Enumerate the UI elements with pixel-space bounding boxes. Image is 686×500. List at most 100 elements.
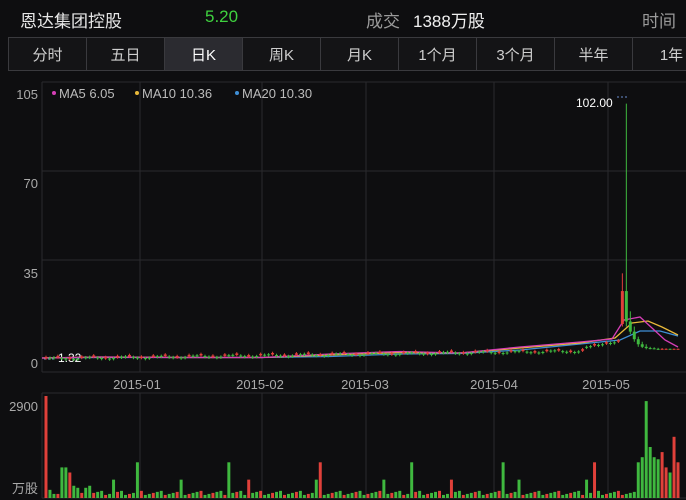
candle-body: [581, 349, 585, 351]
candle-body: [426, 352, 430, 355]
candle-body: [553, 350, 557, 352]
candle-body: [505, 352, 509, 354]
volume-bar: [565, 493, 569, 498]
candle-body: [398, 354, 402, 356]
x-tick-label: 2015-05: [582, 377, 630, 392]
volume-bar: [370, 492, 374, 498]
y-tick-label: 105: [16, 87, 38, 102]
candle-body: [489, 352, 493, 354]
volume-bar: [577, 490, 581, 498]
volume-bar: [247, 479, 251, 498]
volume-bar: [616, 490, 620, 498]
candle-body: [406, 352, 410, 354]
volume-bar: [346, 493, 350, 498]
candle-body: [593, 344, 597, 346]
volume-bar: [88, 485, 92, 498]
tab-three-months[interactable]: 3个月: [477, 38, 555, 70]
candle-body: [199, 353, 203, 356]
candle-body: [211, 355, 215, 358]
low-annotation: 1.32: [58, 351, 82, 365]
volume-bar: [469, 492, 473, 498]
tab-daily-k[interactable]: 日K: [165, 38, 243, 70]
candle-body: [561, 351, 565, 353]
volume-bar: [394, 491, 398, 498]
x-tick-label: 2015-03: [341, 377, 389, 392]
volume-bar: [434, 491, 438, 498]
volume-bar: [461, 494, 465, 498]
ma5-legend-dot: [52, 91, 56, 95]
candle-body: [390, 353, 394, 355]
volume-bar: [60, 467, 64, 498]
tab-intraday[interactable]: 分时: [9, 38, 87, 70]
candle-body: [485, 350, 489, 352]
volume-bar: [275, 491, 279, 498]
candle-body: [422, 353, 426, 355]
volume-bar: [44, 396, 48, 498]
candle-body: [656, 348, 660, 350]
volume-bar: [231, 492, 235, 498]
volume-bar: [374, 491, 378, 498]
ma5-legend-label: MA5 6.05: [59, 86, 115, 101]
volume-bar: [410, 462, 414, 498]
period-tabs: 分时 五日 日K 周K 月K 1个月 3个月 半年 1年: [8, 37, 686, 71]
candle-body: [275, 354, 279, 357]
volume-bar: [207, 493, 211, 498]
candle-body: [640, 344, 644, 347]
candle-body: [342, 351, 346, 354]
candle-body: [267, 354, 271, 356]
volume-bar: [286, 493, 290, 498]
candle-body: [545, 349, 549, 352]
candle-body: [310, 354, 314, 356]
tab-one-year[interactable]: 1年: [633, 38, 686, 70]
volume-bar: [414, 491, 418, 498]
candle-body: [251, 356, 255, 358]
volume-bar: [358, 490, 362, 498]
candle-body: [255, 356, 259, 358]
candle-body: [521, 349, 525, 352]
volume-bar: [593, 462, 597, 498]
candle-body: [203, 355, 207, 357]
candlestick-chart[interactable]: 105 70 35 0 2015-01 2015-02 2015-03 2015…: [0, 0, 686, 500]
volume-bar: [569, 492, 573, 498]
candle-body: [358, 355, 362, 357]
volume-bar: [668, 472, 672, 498]
candle-body: [624, 291, 628, 322]
candle-body: [481, 351, 485, 353]
candle-body: [108, 358, 112, 360]
candle-body: [179, 357, 183, 359]
candle-body: [378, 351, 382, 354]
volume-bar: [255, 491, 259, 498]
ma10-line: [41, 320, 679, 359]
tab-one-month[interactable]: 1个月: [399, 38, 477, 70]
volume-bar: [155, 491, 159, 498]
candle-body: [96, 357, 100, 359]
volume-bar: [608, 492, 612, 498]
candle-body: [394, 354, 398, 356]
volume-bar: [72, 485, 76, 498]
candle-body: [608, 343, 612, 345]
candle-body: [557, 349, 561, 351]
volume-bar: [263, 494, 267, 498]
high-annotation: 102.00: [576, 96, 613, 110]
candle-body: [183, 357, 187, 359]
tab-five-day[interactable]: 五日: [87, 38, 165, 70]
volume-bar: [223, 494, 227, 498]
tab-monthly-k[interactable]: 月K: [321, 38, 399, 70]
candle-body: [402, 351, 406, 354]
tab-half-year[interactable]: 半年: [555, 38, 633, 70]
volume-bar: [314, 479, 318, 498]
candle-body: [569, 350, 573, 353]
candle-body: [326, 355, 330, 357]
volume-bar: [525, 493, 529, 498]
candle-body: [80, 356, 84, 358]
volume-bar: [601, 494, 604, 498]
volume-bar: [505, 493, 509, 498]
volume-bar: [453, 491, 457, 498]
candle-body: [68, 357, 72, 360]
candle-body: [127, 354, 131, 357]
candle-body: [263, 354, 267, 356]
tab-weekly-k[interactable]: 周K: [243, 38, 321, 70]
volume-bar: [378, 490, 382, 498]
volume-bar: [585, 479, 589, 498]
volume-bar: [485, 493, 489, 498]
